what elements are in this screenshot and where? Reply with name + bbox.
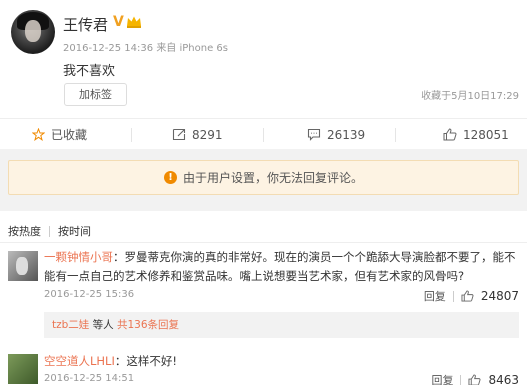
post-meta: 2016-12-25 14:36 来自 iPhone 6s bbox=[63, 39, 228, 54]
thumbs-up-icon[interactable] bbox=[461, 290, 474, 302]
comment-text: 一颗钟情小哥：罗曼蒂克你演的真的非常好。现在的演员一个个跪舔大导演脸都不要了，能… bbox=[44, 248, 519, 286]
comment-text: 空空道人LHLI：这样不好! bbox=[44, 352, 519, 371]
star-icon bbox=[32, 128, 45, 141]
repost-button[interactable]: 8291 bbox=[172, 119, 223, 150]
comment-body: ：这样不好! bbox=[114, 354, 177, 368]
weibo-post: 王传君 V 2016-12-25 14:36 来自 iPhone 6s 我不喜欢… bbox=[0, 0, 527, 118]
sort-by-time[interactable]: 按时间 bbox=[58, 223, 91, 239]
comment-actions: 回复 24807 bbox=[424, 288, 519, 304]
like-button[interactable]: 128051 bbox=[443, 119, 509, 150]
commenter-avatar[interactable] bbox=[8, 354, 38, 384]
crown-icon bbox=[127, 16, 141, 28]
comment-list: 按热度 按时间 一颗钟情小哥：罗曼蒂克你演的真的非常好。现在的演员一个个跪舔大导… bbox=[0, 211, 527, 385]
post-content: 我不喜欢 bbox=[63, 64, 116, 79]
reply-user[interactable]: tzb二娃 bbox=[52, 319, 89, 331]
commenter-avatar[interactable] bbox=[8, 251, 38, 281]
reply-restriction-notice: ! 由于用户设置，你无法回复评论。 bbox=[8, 160, 519, 195]
replies-summary[interactable]: tzb二娃 等人 共136条回复 bbox=[44, 312, 519, 338]
reply-button[interactable]: 回复 bbox=[431, 372, 453, 385]
action-bar: 已收藏 8291 26139 128051 bbox=[0, 118, 527, 149]
like-count: 128051 bbox=[463, 127, 509, 142]
saved-time: 收藏于5月10日17:29 bbox=[421, 91, 519, 102]
comment-like-count: 24807 bbox=[480, 289, 519, 303]
comment-sort-tabs: 按热度 按时间 bbox=[8, 223, 91, 239]
comment-actions: 回复 8463 bbox=[431, 372, 519, 385]
notice-text: 由于用户设置，你无法回复评论。 bbox=[182, 171, 363, 185]
replies-mid: 等人 bbox=[92, 319, 114, 331]
favorite-label: 已收藏 bbox=[51, 128, 88, 142]
warning-icon: ! bbox=[163, 171, 177, 184]
post-source: 来自 iPhone 6s bbox=[156, 43, 228, 54]
repost-count: 8291 bbox=[192, 127, 223, 142]
thumbs-up-icon bbox=[443, 128, 457, 141]
verified-icon: V bbox=[113, 14, 124, 30]
thumbs-up-icon[interactable] bbox=[468, 374, 481, 385]
favorite-button[interactable]: 已收藏 bbox=[32, 119, 87, 150]
comment-count: 26139 bbox=[327, 127, 366, 142]
comment-like-count: 8463 bbox=[488, 373, 519, 385]
comment-body: ：罗曼蒂克你演的真的非常好。现在的演员一个个跪舔大导演脸都不要了，能不能有一点自… bbox=[44, 250, 516, 283]
author-name[interactable]: 王传君 bbox=[63, 14, 108, 35]
repost-icon bbox=[172, 128, 186, 141]
reply-button[interactable]: 回复 bbox=[424, 288, 446, 304]
commenter-name[interactable]: 一颗钟情小哥 bbox=[44, 250, 113, 264]
add-tag-button[interactable]: 加标签 bbox=[64, 83, 127, 106]
comment-icon bbox=[307, 128, 321, 141]
divider bbox=[0, 242, 527, 243]
sort-by-hot[interactable]: 按热度 bbox=[8, 223, 41, 239]
comment-time: 2016-12-25 15:36 bbox=[44, 289, 135, 300]
more-replies-link[interactable]: 共136条回复 bbox=[117, 319, 179, 331]
comment-time: 2016-12-25 14:51 bbox=[44, 373, 135, 384]
post-timestamp: 2016-12-25 14:36 bbox=[63, 43, 154, 54]
author-avatar[interactable] bbox=[11, 10, 55, 54]
commenter-name[interactable]: 空空道人LHLI bbox=[44, 354, 115, 368]
comment-button[interactable]: 26139 bbox=[307, 119, 365, 150]
